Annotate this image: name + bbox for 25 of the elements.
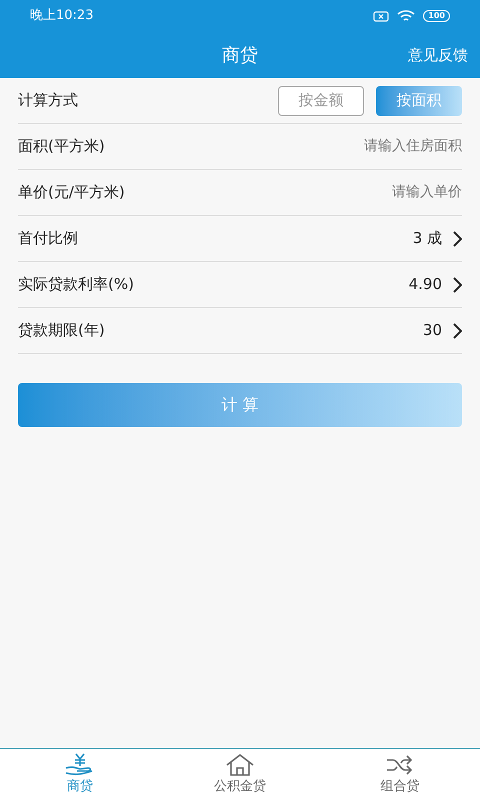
status-time: 晚上10:23 [30, 7, 94, 26]
chevron-right-icon [452, 230, 462, 246]
input-field[interactable]: 请输入单价 [242, 182, 462, 203]
tab-item[interactable]: 组合贷 [320, 749, 480, 800]
chevron-right-icon [452, 322, 462, 338]
shuffle-icon [385, 752, 415, 777]
feedback-link[interactable]: 意见反馈 [408, 44, 468, 66]
row-label: 实际贷款利率(%) [18, 274, 134, 296]
select-field[interactable]: 30 [422, 319, 462, 342]
row-label: 计算方式 [18, 90, 78, 112]
select-field[interactable]: 4.90 [408, 273, 462, 296]
input-field[interactable]: 请输入住房面积 [242, 136, 462, 157]
battery-indicator: 100 [423, 10, 450, 22]
row-label: 面积(平方米) [18, 136, 105, 158]
sim-icon [373, 10, 390, 22]
select-field[interactable]: 3 成 [412, 227, 462, 250]
tab-item[interactable]: 公积金贷 [160, 749, 320, 800]
row-label: 贷款期限(年) [18, 320, 105, 342]
page-title: 商贷 [222, 44, 258, 68]
chevron-right-icon [452, 276, 462, 292]
house-icon [225, 752, 255, 777]
row-label: 首付比例 [18, 228, 78, 250]
wifi-icon [397, 10, 416, 22]
tab-item[interactable]: 商贷 [0, 749, 160, 800]
row-label: 单价(元/平方米) [18, 182, 125, 204]
